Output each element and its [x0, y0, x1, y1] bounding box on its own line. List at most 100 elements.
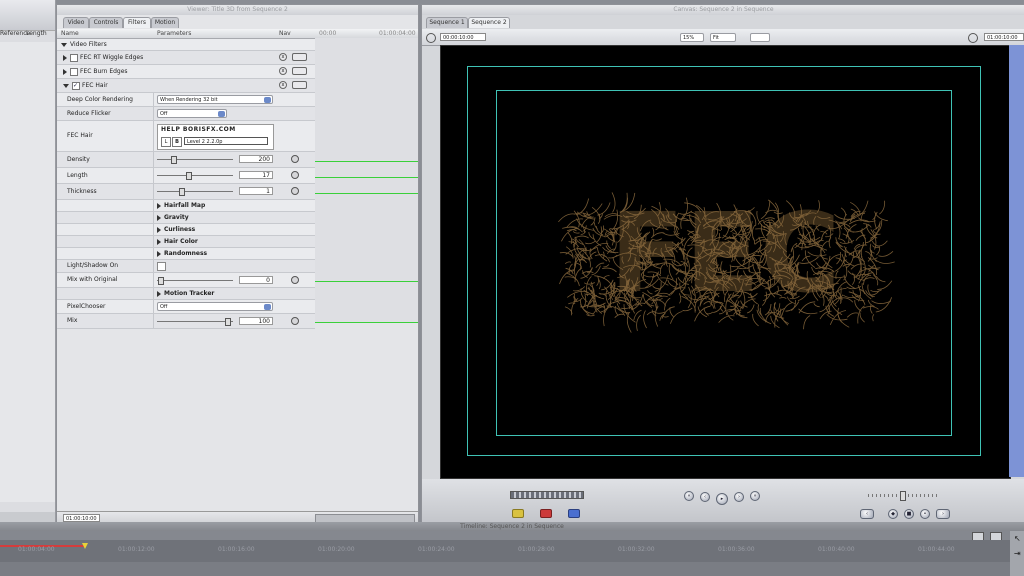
light-shadow-checkbox[interactable] [157, 262, 166, 271]
disclosure-triangle-icon[interactable] [157, 202, 161, 209]
recent-clips-icon[interactable] [512, 509, 524, 518]
mix-slider-knob[interactable] [225, 318, 232, 326]
param-row-deep-color: Deep Color Rendering When Rendering 32 b… [57, 93, 315, 107]
tab-filters[interactable]: Filters [123, 17, 151, 28]
tab-sequence-1[interactable]: Sequence 1 [426, 17, 468, 28]
mix-original-slider-track[interactable] [157, 280, 233, 281]
hair-strand [574, 267, 583, 283]
canvas-timecode-current[interactable]: 01:00:10:00 [984, 33, 1024, 41]
reset-icon[interactable]: x [279, 81, 287, 89]
mark-out-icon[interactable]: › [936, 509, 950, 519]
disclosure-triangle-icon[interactable] [63, 68, 67, 75]
thickness-value[interactable]: 1 [239, 187, 273, 195]
thickness-slider-knob[interactable] [178, 188, 185, 196]
mix-original-slider-knob[interactable] [158, 277, 164, 285]
lock-icon[interactable]: L [161, 137, 171, 147]
param-label: FEC Hair [67, 132, 93, 139]
reset-icon[interactable]: x [279, 53, 287, 61]
length-slider-knob[interactable] [185, 172, 192, 180]
tab-video[interactable]: Video [63, 17, 89, 28]
deep-color-popup[interactable]: When Rendering 32 bit [157, 95, 273, 104]
mark-in-icon[interactable]: ‹ [860, 509, 874, 519]
fec-hair-panel[interactable]: HELP BORISFX.COM L B Level 2 2.2.0p [157, 124, 274, 150]
selection-tool-icon[interactable]: ↖ [1014, 534, 1021, 543]
mix-original-value[interactable]: 0 [239, 276, 273, 284]
group-row-curliness[interactable]: Curliness [57, 224, 315, 236]
play-in-out-icon[interactable]: ‹ [700, 492, 710, 502]
length-slider-track[interactable] [157, 175, 233, 176]
enable-checkbox-checked[interactable]: ✓ [72, 81, 80, 90]
shuttle-control[interactable] [510, 491, 584, 499]
nav-menu-icon[interactable] [292, 53, 307, 61]
mark-clip-icon[interactable]: ■ [904, 509, 914, 519]
group-row-gravity[interactable]: Gravity [57, 212, 315, 224]
help-link[interactable]: HELP BORISFX.COM [161, 126, 236, 133]
disclosure-triangle-icon[interactable] [157, 214, 161, 221]
tool-palette[interactable]: ↖ ⇥ [1010, 531, 1024, 576]
tab-sequence-2[interactable]: Sequence 2 [468, 17, 510, 28]
view-popup[interactable]: Fit [710, 33, 736, 42]
nav-menu-icon[interactable] [292, 67, 307, 75]
disclosure-triangle-icon[interactable] [63, 83, 69, 88]
timeline-ruler[interactable]: 01:00:04:00 01:00:12:00 01:00:16:00 01:0… [0, 540, 1010, 562]
pixelchooser-popup[interactable]: Off [157, 302, 273, 311]
group-row-motion-tracker[interactable]: Motion Tracker [57, 288, 315, 300]
play-icon[interactable]: ▸ [716, 493, 728, 505]
enable-checkbox[interactable] [70, 67, 78, 76]
param-row-pixelchooser: PixelChooser Off [57, 300, 315, 314]
keyframe-button[interactable] [291, 187, 299, 195]
thickness-slider-track[interactable] [157, 191, 233, 192]
disclosure-triangle-icon[interactable] [157, 238, 161, 245]
filter-row-wiggle[interactable]: FEC RT Wiggle Edges x [57, 51, 315, 65]
canvas-video-frame[interactable]: FEC [440, 45, 1011, 479]
browser-list[interactable] [0, 42, 55, 502]
length-value[interactable]: 17 [239, 171, 273, 179]
density-slider-track[interactable] [157, 159, 233, 160]
boris-b-icon[interactable]: B [172, 137, 182, 147]
canvas-timecode-duration[interactable]: 00:00:10:00 [440, 33, 486, 41]
keyframe-button[interactable] [291, 317, 299, 325]
disclosure-triangle-icon[interactable] [157, 226, 161, 233]
track-select-tool-icon[interactable]: ⇥ [1014, 549, 1021, 558]
filter-row-hair[interactable]: ✓ FEC Hair x [57, 79, 315, 93]
jog-knob[interactable] [900, 491, 906, 501]
nav-menu-icon[interactable] [292, 81, 307, 89]
next-edit-icon[interactable]: » [750, 491, 760, 501]
playhead-icon[interactable] [82, 543, 88, 549]
viewer-timecode[interactable]: 01:00:10:00 [63, 514, 100, 522]
mix-value[interactable]: 100 [239, 317, 273, 325]
reset-icon[interactable]: x [279, 67, 287, 75]
group-row-hair-color[interactable]: Hair Color [57, 236, 315, 248]
previous-edit-icon[interactable]: « [684, 491, 694, 501]
mix-slider-track[interactable] [157, 321, 233, 322]
tab-controls[interactable]: Controls [89, 17, 123, 28]
video-filters-row[interactable]: Video Filters [57, 39, 315, 51]
match-frame-icon[interactable]: ◆ [888, 509, 898, 519]
keyframe-button[interactable] [291, 155, 299, 163]
density-value[interactable]: 200 [239, 155, 273, 163]
filter-row-burn[interactable]: FEC Burn Edges x [57, 65, 315, 79]
overlay-popup[interactable] [750, 33, 770, 42]
browser-column-length[interactable]: Length [26, 30, 47, 37]
add-keyframe-icon[interactable] [568, 509, 580, 518]
density-slider-knob[interactable] [171, 156, 178, 164]
zoom-popup[interactable]: 15% [680, 33, 704, 42]
disclosure-triangle-icon[interactable] [157, 250, 161, 257]
hair-strand [850, 201, 861, 216]
hair-strand [859, 312, 865, 323]
enable-checkbox[interactable] [70, 53, 78, 62]
mark-edit-icon[interactable] [540, 509, 552, 518]
browser-scrollbar[interactable] [0, 512, 55, 522]
keyframe-graph-area[interactable] [315, 38, 418, 323]
add-marker-icon[interactable]: • [920, 509, 930, 519]
group-row-randomness[interactable]: Randomness [57, 248, 315, 260]
reduce-flicker-popup[interactable]: Off [157, 109, 227, 118]
keyframe-button[interactable] [291, 171, 299, 179]
disclosure-triangle-icon[interactable] [157, 290, 161, 297]
disclosure-triangle-icon[interactable] [63, 54, 67, 61]
disclosure-triangle-icon[interactable] [61, 42, 67, 47]
keyframe-button[interactable] [291, 276, 299, 284]
group-row-hairfall[interactable]: Hairfall Map [57, 200, 315, 212]
play-around-icon[interactable]: › [734, 492, 744, 502]
tab-motion[interactable]: Motion [151, 17, 179, 28]
